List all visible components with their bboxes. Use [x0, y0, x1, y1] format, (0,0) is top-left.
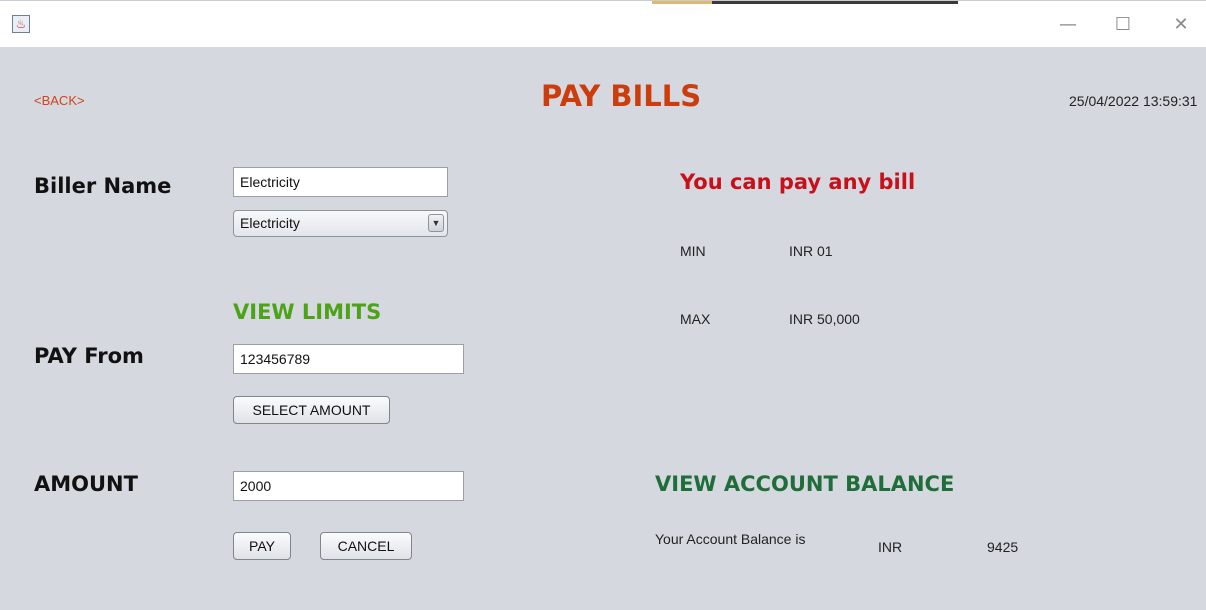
java-app-icon[interactable]: ♨: [12, 15, 30, 33]
minimize-button[interactable]: —: [1053, 11, 1083, 39]
cancel-button[interactable]: CANCEL: [320, 532, 412, 560]
titlebar-accent: [652, 1, 712, 4]
biller-name-field[interactable]: [233, 167, 448, 197]
window-titlebar: ♨ — ☐ ✕: [0, 0, 1206, 47]
amount-field[interactable]: [233, 471, 464, 501]
back-link[interactable]: <BACK>: [34, 93, 85, 108]
pay-from-label: PAY From: [34, 344, 144, 368]
amount-label: AMOUNT: [34, 472, 138, 496]
biller-dropdown[interactable]: Electricity ▼: [233, 210, 448, 237]
close-button[interactable]: ✕: [1166, 11, 1196, 39]
min-value: INR 01: [789, 243, 833, 259]
max-label: MAX: [680, 311, 711, 327]
pay-from-field[interactable]: [233, 344, 464, 374]
view-account-balance-link[interactable]: VIEW ACCOUNT BALANCE: [655, 472, 954, 496]
pay-button[interactable]: PAY: [233, 532, 291, 560]
titlebar-accent-dark: [712, 1, 958, 4]
balance-value: 9425: [987, 539, 1019, 555]
maximize-button[interactable]: ☐: [1108, 11, 1138, 39]
max-value: INR 50,000: [789, 311, 860, 327]
biller-dropdown-value: Electricity: [240, 215, 300, 231]
limits-heading: You can pay any bill: [680, 170, 916, 194]
select-amount-button[interactable]: SELECT AMOUNT: [233, 396, 390, 424]
balance-currency: INR: [878, 539, 903, 555]
page-title: PAY BILLS: [541, 79, 702, 113]
biller-name-label: Biller Name: [34, 174, 172, 198]
min-label: MIN: [680, 243, 706, 259]
dropdown-arrow-icon[interactable]: ▼: [428, 214, 444, 232]
datetime-label: 25/04/2022 13:59:31: [1069, 93, 1198, 109]
view-limits-link[interactable]: VIEW LIMITS: [233, 300, 381, 324]
balance-label: Your Account Balance is: [655, 531, 806, 547]
